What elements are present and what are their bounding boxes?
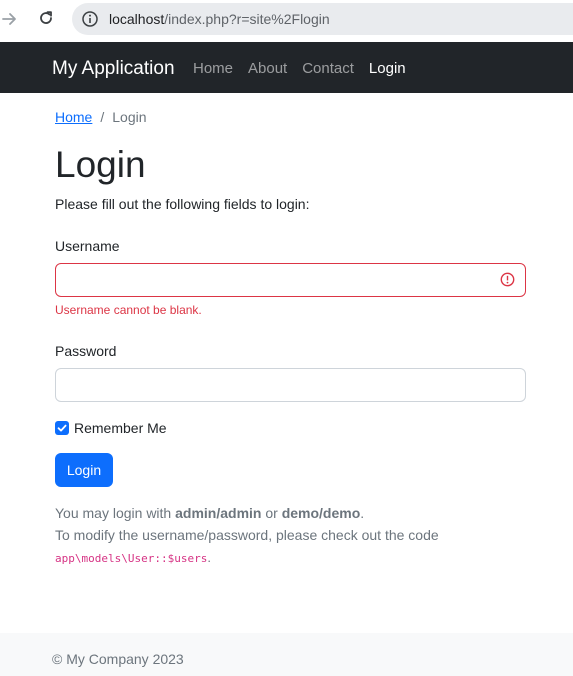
code-snippet: app\models\User::$users — [55, 552, 208, 565]
browser-toolbar: localhost/index.php?r=site%2Flogin — [0, 0, 573, 42]
url-path: /index.php?r=site%2Flogin — [164, 11, 330, 27]
breadcrumb-current: Login — [112, 109, 147, 125]
page-title: Login — [55, 144, 146, 185]
code-reference: app\models\User::$users. — [55, 550, 211, 565]
nav-contact-link[interactable]: Contact — [302, 60, 354, 77]
address-bar[interactable]: localhost/index.php?r=site%2Flogin — [72, 3, 573, 35]
username-error-message: Username cannot be blank. — [55, 303, 202, 317]
code-suffix: . — [207, 550, 211, 565]
breadcrumb-separator: / — [100, 109, 105, 125]
remember-me-row: Remember Me — [55, 420, 167, 436]
footer: © My Company 2023 — [0, 633, 573, 676]
navbar: My Application Home About Contact Login — [0, 42, 573, 93]
page-intro: Please fill out the following fields to … — [55, 196, 310, 212]
hint-cred-demo: demo/demo — [281, 505, 361, 521]
credentials-hint: You may login with admin/admin or demo/d… — [55, 505, 364, 521]
username-label: Username — [55, 238, 120, 254]
username-input[interactable] — [56, 264, 525, 296]
modify-hint: To modify the username/password, please … — [55, 527, 439, 543]
brand-link[interactable]: My Application — [52, 58, 175, 80]
nav-about-link[interactable]: About — [248, 60, 287, 77]
password-label: Password — [55, 343, 117, 359]
remember-me-label[interactable]: Remember Me — [74, 420, 167, 436]
nav-login-link[interactable]: Login — [369, 60, 406, 77]
hint-cred-admin: admin/admin — [175, 505, 262, 521]
username-field-wrapper — [55, 263, 526, 297]
error-icon — [500, 272, 515, 287]
reload-icon[interactable] — [37, 9, 55, 27]
hint-mid: or — [261, 505, 282, 521]
url-host: localhost — [109, 11, 165, 27]
info-icon[interactable] — [81, 10, 99, 28]
hint-prefix: You may login with — [55, 505, 176, 521]
password-field-wrapper — [55, 368, 526, 402]
address-url[interactable]: localhost/index.php?r=site%2Flogin — [109, 11, 330, 27]
hint-suffix: . — [360, 505, 365, 521]
password-input[interactable] — [56, 369, 525, 401]
checkmark-icon — [57, 424, 67, 432]
breadcrumb-home-link[interactable]: Home — [55, 109, 92, 125]
nav-links: Home About Contact Login — [193, 60, 406, 77]
footer-copyright: © My Company 2023 — [52, 651, 184, 667]
breadcrumb: Home / Login — [55, 109, 147, 125]
forward-arrow-icon[interactable] — [2, 10, 18, 28]
nav-home-link[interactable]: Home — [193, 60, 233, 77]
remember-me-checkbox[interactable] — [55, 421, 69, 435]
login-button[interactable]: Login — [55, 453, 113, 487]
